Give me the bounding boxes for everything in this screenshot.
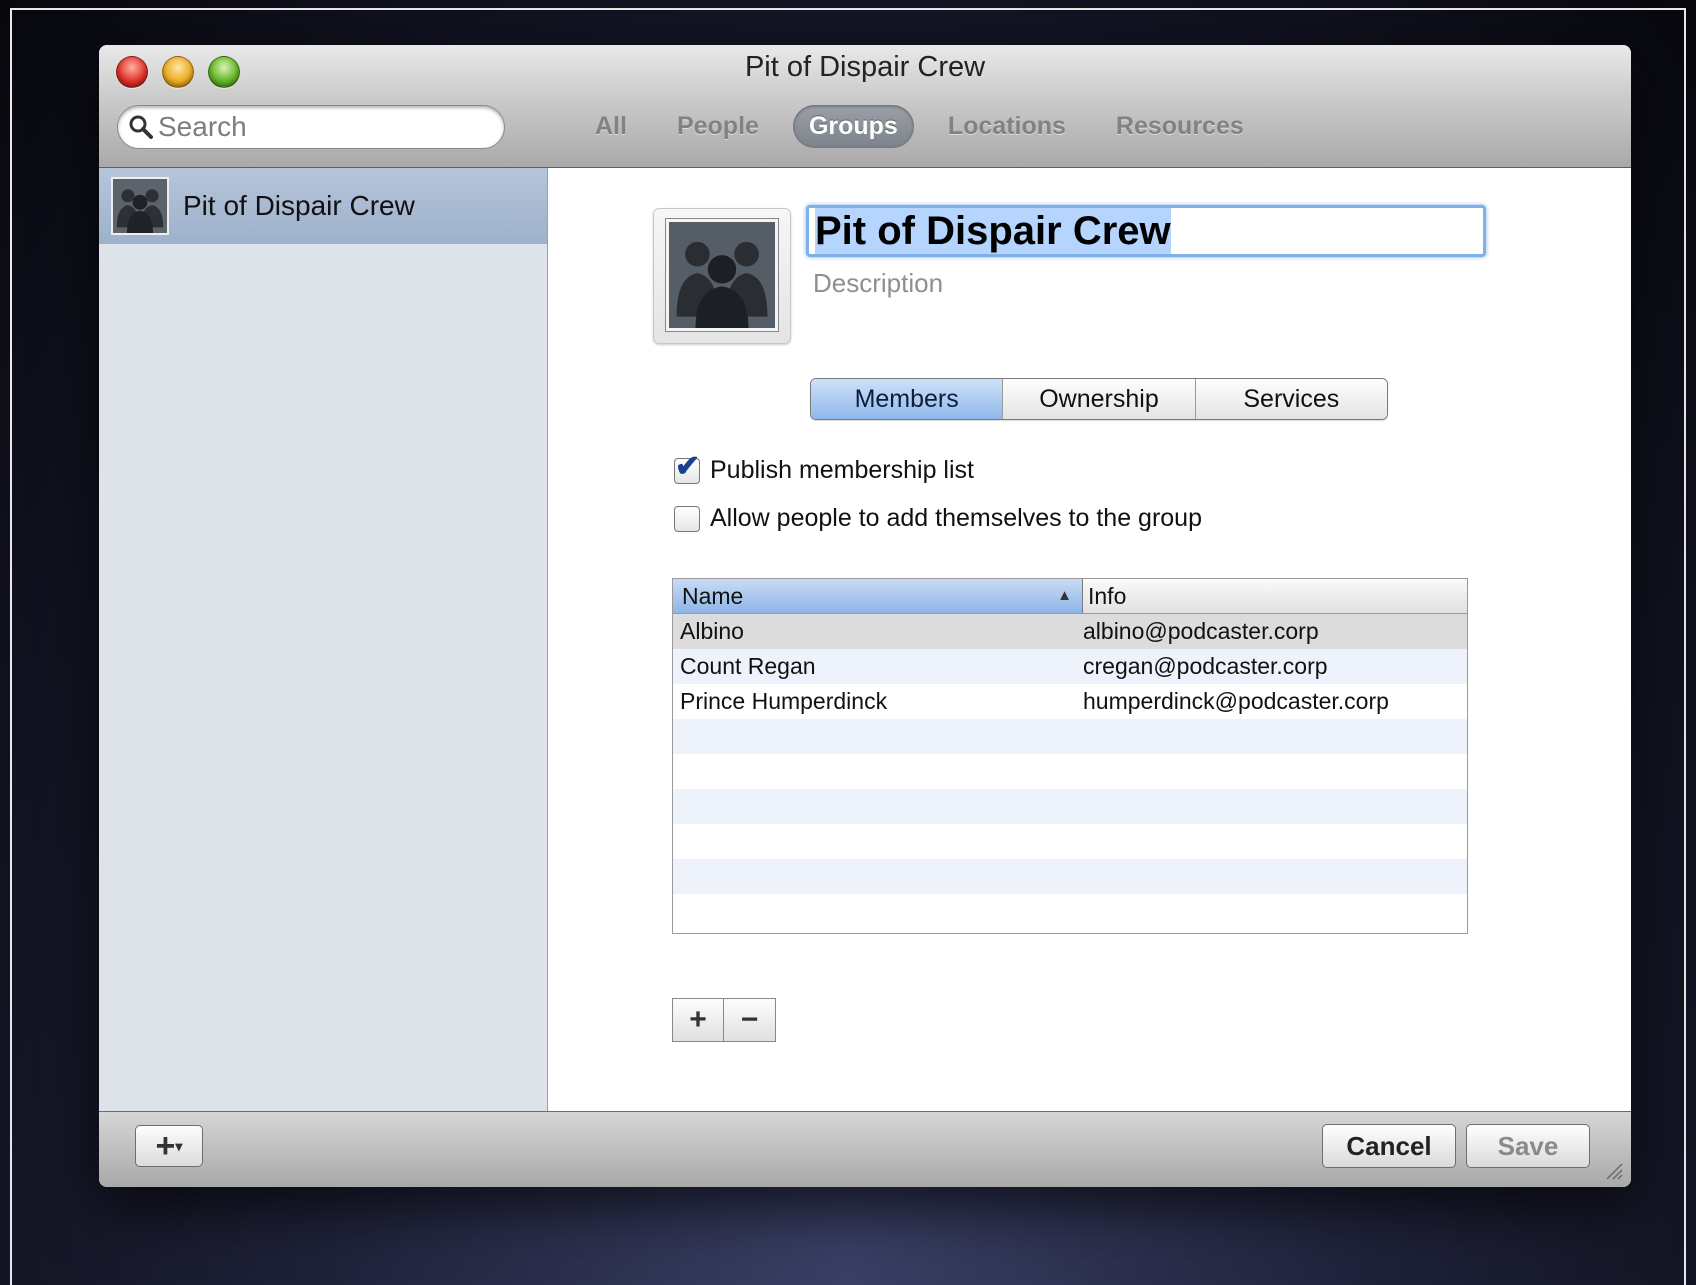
publish-membership-checkbox[interactable]: Publish membership list (674, 449, 974, 485)
empty-row (673, 859, 1467, 894)
plus-icon: + (155, 1127, 176, 1165)
column-header-info[interactable]: Info (1083, 579, 1467, 613)
search-icon (129, 115, 153, 139)
search-input[interactable] (158, 111, 478, 143)
scope-people[interactable]: People (661, 105, 775, 148)
empty-row (673, 754, 1467, 789)
window-title: Pit of Dispair Crew (744, 51, 986, 83)
toolbar: Pit of Dispair Crew All People Groups Lo… (99, 45, 1631, 168)
tab-services[interactable]: Services (1194, 379, 1387, 419)
description-field[interactable]: Description (813, 268, 943, 299)
group-name-field[interactable]: Pit of Dispair Crew (806, 205, 1486, 257)
table-header: Name ▲ Info (673, 579, 1467, 614)
empty-row (673, 894, 1467, 929)
group-name-value: Pit of Dispair Crew (815, 208, 1171, 254)
member-add-remove: + − (672, 998, 776, 1042)
group-icon (111, 177, 169, 235)
checkbox-unchecked-icon[interactable] (674, 505, 700, 532)
tab-ownership[interactable]: Ownership (1002, 379, 1195, 419)
cell-name: Albino (680, 618, 744, 644)
add-record-button[interactable]: +▾ (135, 1125, 203, 1167)
sort-ascending-icon: ▲ (1057, 587, 1072, 604)
empty-row (673, 789, 1467, 824)
remove-member-button[interactable]: − (724, 998, 776, 1042)
sidebar-item-pit-of-dispair-crew[interactable]: Pit of Dispair Crew (99, 168, 547, 244)
checkbox-label: Allow people to add themselves to the gr… (710, 504, 1202, 532)
scope-all[interactable]: All (579, 105, 643, 148)
empty-row (673, 824, 1467, 859)
cancel-button[interactable]: Cancel (1322, 1124, 1456, 1168)
scope-resources[interactable]: Resources (1100, 105, 1260, 148)
cell-info: cregan@podcaster.corp (1083, 653, 1328, 679)
sidebar: Pit of Dispair Crew (99, 168, 548, 1111)
sidebar-item-label: Pit of Dispair Crew (183, 190, 415, 221)
checkbox-label: Publish membership list (710, 456, 974, 484)
resize-grip-icon[interactable] (1603, 1160, 1623, 1180)
table-row[interactable]: Prince Humperdinck humperdinck@podcaster… (673, 684, 1467, 719)
checkbox-checked-icon[interactable] (674, 449, 700, 484)
add-member-button[interactable]: + (672, 998, 724, 1042)
search-field[interactable] (117, 105, 505, 149)
group-icon (665, 218, 779, 332)
scope-bar: All People Groups Locations Resources (579, 105, 1278, 148)
table-body: Albino albino@podcaster.corp Count Regan… (673, 614, 1467, 929)
cell-name: Count Regan (680, 653, 816, 679)
empty-row (673, 719, 1467, 754)
allow-self-add-checkbox[interactable]: Allow people to add themselves to the gr… (674, 504, 1202, 533)
cell-name: Prince Humperdinck (680, 688, 888, 714)
bottom-bar: +▾ Cancel Save (99, 1111, 1631, 1187)
save-button[interactable]: Save (1466, 1124, 1590, 1168)
group-picture-well[interactable] (653, 208, 791, 344)
detail-tabs: Members Ownership Services (810, 378, 1388, 420)
cell-info: albino@podcaster.corp (1083, 618, 1319, 644)
table-row[interactable]: Count Regan cregan@podcaster.corp (673, 649, 1467, 684)
table-row[interactable]: Albino albino@podcaster.corp (673, 614, 1467, 649)
scope-groups[interactable]: Groups (792, 105, 914, 148)
cell-info: humperdinck@podcaster.corp (1083, 688, 1389, 714)
group-detail: Pit of Dispair Crew Description Members … (548, 168, 1631, 1111)
app-window: Pit of Dispair Crew All People Groups Lo… (99, 45, 1631, 1187)
scope-locations[interactable]: Locations (932, 105, 1082, 148)
chevron-down-icon: ▾ (175, 1138, 183, 1154)
column-header-name[interactable]: Name ▲ (673, 579, 1083, 613)
tab-members[interactable]: Members (811, 379, 1003, 419)
members-table: Name ▲ Info Albino albino@podcaster.corp… (672, 578, 1468, 934)
column-header-label: Name (682, 583, 744, 609)
